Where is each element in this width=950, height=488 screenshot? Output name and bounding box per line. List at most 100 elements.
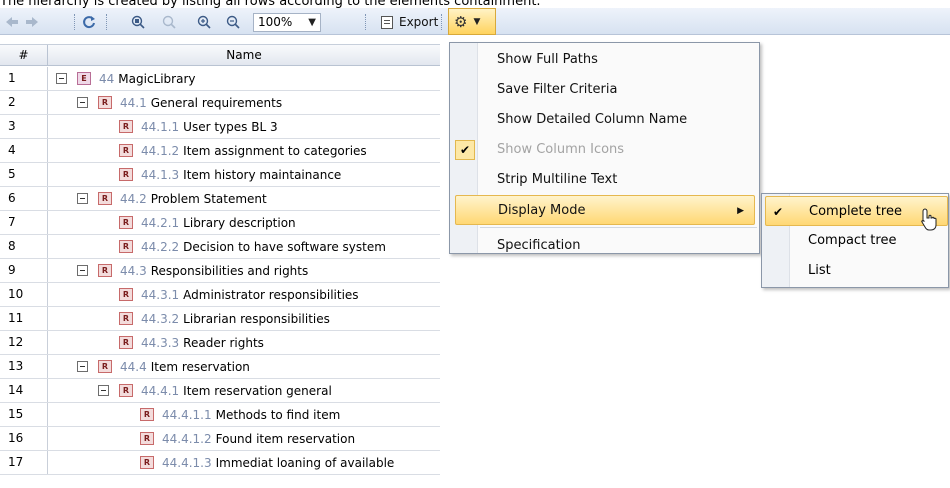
row-number: 13 [0, 355, 48, 378]
export-button[interactable]: Export [381, 12, 438, 32]
menu-item-label: Show Full Paths [497, 52, 598, 67]
export-icon [381, 15, 393, 29]
zoom-selection-icon[interactable] [161, 12, 177, 32]
requirement-name: Item assignment to categories [183, 143, 367, 158]
menu-item-label: Display Mode [498, 203, 586, 218]
name-cell[interactable]: R 44.2 Problem Statement [48, 187, 267, 210]
gear-icon: ⚙ [454, 12, 468, 31]
name-cell[interactable]: R 44.1 General requirements [48, 91, 282, 114]
table-row[interactable]: 14 R 44.4.1 Item reservation general [0, 379, 440, 403]
collapse-toggle-icon[interactable] [77, 361, 88, 372]
zoom-select[interactable]: 100% ▼ [253, 13, 321, 32]
zoom-in-icon[interactable] [196, 12, 212, 32]
name-cell[interactable]: R 44.3.1 Administrator responsibilities [48, 283, 359, 306]
table-row[interactable]: 13 R 44.4 Item reservation [0, 355, 440, 379]
menu-item-display-mode[interactable]: Display Mode ▶ [455, 195, 755, 225]
name-cell[interactable]: R 44.2.1 Library description [48, 211, 296, 234]
back-arrow-icon[interactable] [4, 12, 20, 32]
submenu-item-list[interactable]: List [762, 256, 948, 286]
menu-item-label: Save Filter Criteria [497, 82, 618, 97]
requirement-number: 44.3 [120, 263, 147, 278]
name-cell[interactable]: R 44.3.3 Reader rights [48, 331, 264, 354]
zoom-fit-icon[interactable] [130, 12, 146, 32]
menu-item-label: Specification [497, 238, 581, 253]
table-row[interactable]: 3 R 44.1.1 User types BL 3 [0, 115, 440, 139]
name-cell[interactable]: R 44.4.1.2 Found item reservation [48, 427, 355, 450]
collapse-toggle-icon[interactable] [56, 73, 67, 84]
collapse-toggle-icon[interactable] [77, 97, 88, 108]
zoom-value: 100% [258, 15, 293, 29]
chevron-down-icon: ▼ [473, 16, 481, 27]
table-row[interactable]: 7 R 44.2.1 Library description [0, 211, 440, 235]
submenu-item-label: List [808, 263, 831, 278]
collapse-toggle-icon[interactable] [98, 385, 109, 396]
collapse-toggle-icon[interactable] [77, 265, 88, 276]
table-row[interactable]: 17 R 44.4.1.3 Immediat loaning of available [0, 451, 440, 475]
menu-item-specification[interactable]: Specification [450, 231, 759, 261]
table-row[interactable]: 11 R 44.3.2 Librarian responsibilities [0, 307, 440, 331]
name-cell[interactable]: R 44.1.3 Item history maintainance [48, 163, 341, 186]
name-cell[interactable]: R 44.4.1.3 Immediat loaning of available [48, 451, 394, 474]
requirement-type-icon: R [119, 216, 133, 229]
table-row[interactable]: 15 R 44.4.1.1 Methods to find item [0, 403, 440, 427]
name-cell[interactable]: R 44.2.2 Decision to have software system [48, 235, 386, 258]
row-number: 12 [0, 331, 48, 354]
menu-item-label: Show Detailed Column Name [497, 112, 688, 127]
name-cell[interactable]: R 44.4.1.1 Methods to find item [48, 403, 340, 426]
column-header-number[interactable]: # [0, 45, 48, 66]
table-header: # Name [0, 44, 440, 66]
requirement-type-icon: R [98, 264, 112, 277]
requirement-name: Decision to have software system [183, 239, 386, 254]
row-number: 1 [0, 67, 48, 90]
submenu-item-label: Compact tree [808, 233, 897, 248]
table-row[interactable]: 4 R 44.1.2 Item assignment to categories [0, 139, 440, 163]
table-row[interactable]: 16 R 44.4.1.2 Found item reservation [0, 427, 440, 451]
name-cell[interactable]: R 44.4.1 Item reservation general [48, 379, 332, 402]
requirement-number: 44.4.1.2 [162, 431, 212, 446]
requirement-name: Reader rights [183, 335, 264, 350]
requirement-type-icon: R [119, 384, 133, 397]
requirement-name: General requirements [150, 95, 283, 110]
zoom-out-icon[interactable] [225, 12, 241, 32]
menu-item-strip-multiline-text[interactable]: Strip Multiline Text [450, 165, 759, 195]
table-row[interactable]: 12 R 44.3.3 Reader rights [0, 331, 440, 355]
collapse-toggle-icon[interactable] [77, 193, 88, 204]
name-cell[interactable]: E 44 MagicLibrary [48, 67, 196, 90]
table-row[interactable]: 8 R 44.2.2 Decision to have software system [0, 235, 440, 259]
table-row[interactable]: 6 R 44.2 Problem Statement [0, 187, 440, 211]
table-row[interactable]: 5 R 44.1.3 Item history maintainance [0, 163, 440, 187]
menu-item-save-filter-criteria[interactable]: Save Filter Criteria [450, 75, 759, 105]
requirement-name: Librarian responsibilities [183, 311, 330, 326]
name-cell[interactable]: R 44.3.2 Librarian responsibilities [48, 307, 330, 330]
chevron-down-icon: ▼ [308, 17, 316, 28]
forward-arrow-icon[interactable] [24, 12, 40, 32]
table-row[interactable]: 10 R 44.3.1 Administrator responsibilities [0, 283, 440, 307]
export-label: Export [399, 15, 439, 29]
row-number: 5 [0, 163, 48, 186]
table-row[interactable]: 2 R 44.1 General requirements [0, 91, 440, 115]
menu-item-show-column-icons[interactable]: Show Column Icons [450, 135, 759, 165]
requirement-name: Item history maintainance [183, 167, 342, 182]
column-header-name[interactable]: Name [48, 45, 440, 66]
chevron-right-icon: ▶ [737, 206, 744, 216]
name-cell[interactable]: R 44.1.2 Item assignment to categories [48, 139, 367, 162]
name-cell[interactable]: R 44.3 Responsibilities and rights [48, 259, 308, 282]
table-row[interactable]: 1 E 44 MagicLibrary [0, 67, 440, 91]
requirement-number: 44.1 [120, 95, 147, 110]
options-menu-button[interactable]: ⚙ ▼ [448, 8, 496, 35]
requirement-name: Responsibilities and rights [150, 263, 309, 278]
menu-item-show-full-paths[interactable]: Show Full Paths [450, 45, 759, 75]
table-row[interactable]: 9 R 44.3 Responsibilities and rights [0, 259, 440, 283]
mouse-pointer-icon [921, 208, 937, 231]
menu-item-show-detailed-column-name[interactable]: Show Detailed Column Name [450, 105, 759, 135]
row-number: 8 [0, 235, 48, 258]
row-number: 3 [0, 115, 48, 138]
requirement-number: 44.3.2 [141, 311, 180, 326]
refresh-icon[interactable] [80, 12, 98, 32]
requirement-type-icon: R [119, 168, 133, 181]
requirement-number: 44.1.1 [141, 119, 180, 134]
checkmark-icon: ✔ [455, 140, 475, 160]
name-cell[interactable]: R 44.4 Item reservation [48, 355, 250, 378]
requirement-number: 44.4.1.3 [162, 455, 212, 470]
name-cell[interactable]: R 44.1.1 User types BL 3 [48, 115, 278, 138]
